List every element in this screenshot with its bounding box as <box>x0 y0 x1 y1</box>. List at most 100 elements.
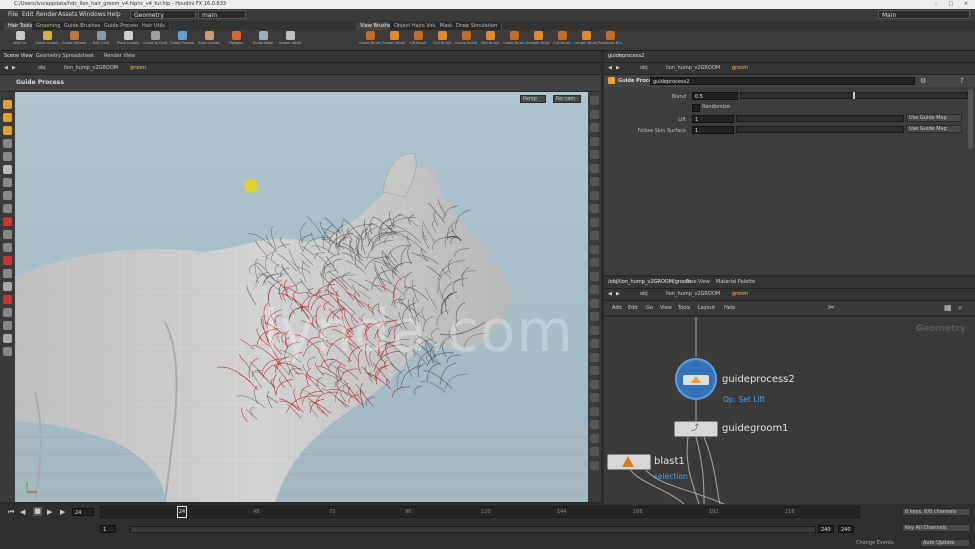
net-forward-icon[interactable]: ▶ <box>616 290 620 299</box>
params-back-icon[interactable]: ◀ <box>608 64 612 73</box>
params-scrollbar[interactable] <box>968 89 973 149</box>
auto-update-button[interactable]: Auto Update <box>920 539 970 547</box>
shelf-brush-pushbush-brush[interactable]: Pushbush Brush <box>598 31 622 49</box>
tab-scene-view[interactable]: Scene View <box>4 52 33 61</box>
node-guideprocess2-name[interactable]: guideprocess2 <box>722 374 795 385</box>
net-path-obj[interactable]: obj <box>640 290 648 299</box>
tab-network[interactable]: /obj/lion_hump_v2GROOM/groom <box>608 278 691 287</box>
shelf-tab-guide-brushes[interactable]: Guide Brushes <box>60 22 106 30</box>
shelf-tab-hair-utils[interactable]: Hair Utils <box>138 22 170 30</box>
current-frame-field[interactable]: 24 <box>72 508 94 516</box>
right-tool-icon[interactable] <box>590 271 599 281</box>
scene-viewport[interactable]: Persp No cam lynda.com <box>15 92 588 502</box>
gear-icon[interactable]: ⚙ <box>920 77 926 85</box>
right-tool-icon[interactable] <box>590 109 599 119</box>
net-grid-icon[interactable]: ▦ <box>944 303 952 312</box>
menu-assets[interactable]: Assets <box>58 9 78 21</box>
right-tool-icon[interactable] <box>590 204 599 213</box>
maximize-icon[interactable]: □ <box>945 0 957 9</box>
tab-tree-view[interactable]: Tree View <box>686 278 710 287</box>
node-blast1-name[interactable]: blast1 <box>654 456 685 467</box>
frame-ruler[interactable]: 24 24 48 72 96 120 144 168 192 216 <box>100 506 860 518</box>
node-blast1[interactable] <box>607 454 651 470</box>
display-button[interactable]: No cam <box>553 95 581 103</box>
forward-icon[interactable]: ▶ <box>12 64 16 73</box>
keys-channels-button[interactable]: 0 keys, 0/0 channels <box>902 508 970 516</box>
params-path-groom[interactable]: groom <box>732 64 748 73</box>
net-search-icon[interactable]: ⌕ <box>958 303 962 313</box>
range-start-field[interactable]: 1 <box>100 525 116 533</box>
left-tool-icon[interactable] <box>3 243 12 252</box>
right-tool-icon[interactable] <box>590 96 599 105</box>
node-guidegroom1-name[interactable]: guidegroom1 <box>722 423 789 434</box>
network-view[interactable]: Geometry guideprocess2 Op: Set Lift ⤴ gu… <box>604 317 975 504</box>
param-blend-slider[interactable] <box>740 92 968 99</box>
shelf-tool-guide-process[interactable]: Guide Process <box>170 31 194 49</box>
net-menu-layout[interactable]: Layout <box>698 304 715 313</box>
context-dropdown[interactable]: main <box>198 10 246 19</box>
camera-button[interactable]: Persp <box>520 95 546 103</box>
left-tool-icon[interactable] <box>3 204 12 213</box>
param-lift-slider[interactable] <box>736 115 904 122</box>
right-tool-icon[interactable] <box>590 150 599 159</box>
left-tool-icon[interactable] <box>3 113 12 122</box>
right-tool-icon[interactable] <box>590 379 599 389</box>
right-tool-icon[interactable] <box>590 339 599 348</box>
net-select-icon[interactable]: ✂ <box>828 303 835 312</box>
range-slider[interactable] <box>130 526 816 533</box>
path-obj[interactable]: obj <box>38 64 46 73</box>
left-tool-icon[interactable] <box>3 334 12 343</box>
param-follow-slider[interactable] <box>736 126 904 133</box>
left-tool-icon[interactable] <box>3 321 12 330</box>
range-end2-field[interactable]: 240 <box>838 525 854 533</box>
path-groom[interactable]: groom <box>130 64 146 73</box>
right-tool-icon[interactable] <box>590 433 599 443</box>
go-start-icon[interactable]: ⏮ <box>8 508 14 517</box>
right-tool-icon[interactable] <box>590 136 599 146</box>
right-tool-icon[interactable] <box>590 420 599 429</box>
shelf-brush-length-brush[interactable]: Length Brush <box>574 31 598 49</box>
net-path-object[interactable]: lion_hump_v2GROOM <box>666 290 720 299</box>
right-tool-icon[interactable] <box>590 393 599 402</box>
left-tool-icon[interactable] <box>3 126 12 135</box>
right-tool-icon[interactable] <box>590 325 599 335</box>
shelf-tool-groom-attrib[interactable]: Groom Attrib <box>278 31 302 49</box>
shelf-tool-curve-to-guide[interactable]: Curve to Guide <box>143 31 167 49</box>
shelf-tool-add-fur[interactable]: Add Fur <box>8 31 32 49</box>
tab-params[interactable]: guideprocess2 <box>608 52 644 61</box>
param-randomize-checkbox[interactable] <box>692 104 700 112</box>
right-tool-icon[interactable] <box>590 285 599 294</box>
net-menu-go[interactable]: Go <box>646 304 653 313</box>
net-menu-edit[interactable]: Edit <box>628 304 638 313</box>
shelf-brush-part-brush[interactable]: Part Brush <box>478 31 502 49</box>
net-menu-help[interactable]: Help <box>724 304 735 313</box>
node-guidegroom1[interactable]: ⤴ <box>674 421 718 437</box>
shelf-tool-hairgen[interactable]: Hairgen <box>224 31 248 49</box>
shelf-tool-hair-card[interactable]: Hair Card <box>89 31 113 49</box>
right-tool-icon[interactable] <box>590 244 599 254</box>
right-tool-icon[interactable] <box>590 406 599 416</box>
shelf-tab-draw-sim[interactable]: Draw Simulation <box>452 22 503 30</box>
shelf-brush-curl-brush[interactable]: Curl Brush <box>430 31 454 49</box>
net-menu-add[interactable]: Add <box>612 304 622 313</box>
menu-edit[interactable]: Edit <box>22 9 34 21</box>
net-menu-tools[interactable]: Tools <box>678 304 690 313</box>
menu-windows[interactable]: Windows <box>79 9 106 21</box>
menu-render[interactable]: Render <box>36 9 57 21</box>
right-tool-icon[interactable] <box>590 447 599 456</box>
left-tool-icon[interactable] <box>3 295 12 304</box>
desktop-dropdown[interactable]: Geometry <box>130 10 196 19</box>
net-path-groom[interactable]: groom <box>732 290 748 299</box>
step-forward-icon[interactable]: ▶ <box>60 508 65 516</box>
shelf-tool-guide-groom[interactable]: Guide Groom <box>35 31 59 49</box>
node-name-field[interactable]: guideprocess2 <box>650 77 915 85</box>
left-tool-icon[interactable] <box>3 100 12 109</box>
left-tool-icon[interactable] <box>3 256 12 265</box>
shelf-brush-lift-brush[interactable]: Lift Brush <box>406 31 430 49</box>
left-tool-icon[interactable] <box>3 165 12 174</box>
playhead[interactable]: 24 <box>177 506 187 518</box>
right-tool-icon[interactable] <box>590 217 599 227</box>
left-tool-icon[interactable] <box>3 178 12 187</box>
param-follow-field[interactable]: 1 <box>692 126 734 134</box>
right-tool-icon[interactable] <box>590 366 599 375</box>
